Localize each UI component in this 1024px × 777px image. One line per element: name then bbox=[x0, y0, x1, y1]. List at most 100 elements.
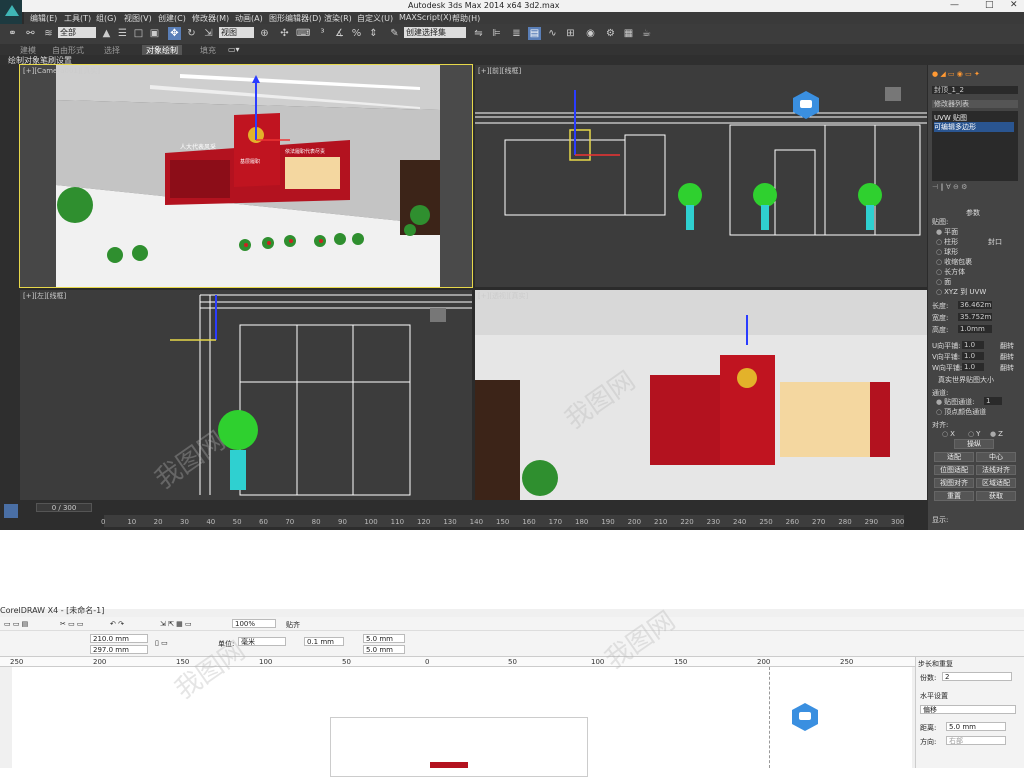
material-editor-icon[interactable]: ◉ bbox=[584, 27, 597, 40]
menu-animation[interactable]: 动画(A) bbox=[235, 13, 263, 24]
schematic-view-icon[interactable]: ⊞ bbox=[564, 27, 577, 40]
portrait-icon[interactable]: ▯ ▭ bbox=[155, 639, 168, 647]
graphite-toggle-icon[interactable]: ▤ bbox=[528, 27, 541, 40]
import-icon[interactable]: ⇲ ⇱ ▦ ▭ bbox=[160, 620, 192, 628]
time-slider[interactable]: 0 / 300 bbox=[36, 503, 92, 512]
object-name-field[interactable]: 封顶_1_2 bbox=[932, 86, 1018, 94]
map-xyz-uvw-radio[interactable]: XYZ 到 UVW bbox=[936, 287, 986, 297]
distance-field[interactable]: 5.0 mm bbox=[946, 722, 1006, 731]
map-spherical-radio[interactable]: 球形 bbox=[936, 247, 958, 257]
horizontal-ruler[interactable]: 250 200 150 100 50 0 50 100 150 200 250 bbox=[0, 657, 915, 667]
viewport-left[interactable]: [+][左][线框] bbox=[20, 290, 472, 500]
acquire-button[interactable]: 获取 bbox=[976, 491, 1016, 501]
rect-selection-icon[interactable]: □ bbox=[132, 27, 145, 40]
viewport-label[interactable]: [+][左][线框] bbox=[23, 291, 66, 301]
vertex-color-radio[interactable]: 顶点颜色通道 bbox=[936, 407, 986, 417]
bind-space-warp-icon[interactable]: ≋ bbox=[42, 27, 55, 40]
nudge-field[interactable]: 0.1 mm bbox=[304, 637, 344, 646]
app-logo-icon[interactable] bbox=[0, 0, 22, 24]
menu-rendering[interactable]: 渲染(R) bbox=[324, 13, 352, 24]
new-doc-icon[interactable]: ▭ ▭ ▤ bbox=[4, 620, 28, 628]
duplicate-y-field[interactable]: 5.0 mm bbox=[363, 645, 405, 654]
u-tile-field[interactable]: 1.0 bbox=[962, 341, 984, 349]
map-box-radio[interactable]: 长方体 bbox=[936, 267, 965, 277]
unlink-icon[interactable]: ⚯ bbox=[24, 27, 37, 40]
reset-button[interactable]: 重置 bbox=[934, 491, 974, 501]
pivot-icon[interactable]: ⊕ bbox=[258, 27, 271, 40]
menu-edit[interactable]: 编辑(E) bbox=[30, 13, 57, 24]
snaps-toggle-icon[interactable]: ³ bbox=[316, 27, 329, 40]
height-field[interactable]: 1.0mm bbox=[958, 325, 992, 333]
viewport-camera[interactable]: [+][Camera001][真实] 人大代表风采 基层履职 依法履职代表尽责 bbox=[19, 64, 473, 288]
params-rollout[interactable]: 参数 bbox=[966, 208, 980, 218]
viewport-label[interactable]: [+][透视][真实] bbox=[478, 291, 528, 301]
w-flip-checkbox[interactable]: 翻转 bbox=[1000, 363, 1014, 373]
close-button[interactable]: ✕ bbox=[1010, 0, 1018, 10]
map-shrinkwrap-radio[interactable]: 收缩包裹 bbox=[936, 257, 972, 267]
bitmap-fit-button[interactable]: 位图适配 bbox=[934, 465, 974, 475]
layer-manager-icon[interactable]: ≣ bbox=[510, 27, 523, 40]
manipulate-icon[interactable]: ✣ bbox=[278, 27, 291, 40]
map-cylindrical-radio[interactable]: 柱形 bbox=[936, 237, 958, 247]
map-channel-radio[interactable]: 贴图通道: bbox=[936, 397, 974, 407]
selection-filter-dropdown[interactable]: 全部 bbox=[58, 27, 96, 38]
length-field[interactable]: 36.462m bbox=[958, 301, 992, 309]
w-tile-field[interactable]: 1.0 bbox=[962, 363, 984, 371]
cut-icon[interactable]: ✂ ▭ ▭ bbox=[60, 620, 84, 628]
snap-to-dropdown[interactable]: 贴齐 bbox=[286, 620, 300, 630]
min-max-toggle-icon[interactable] bbox=[4, 504, 18, 518]
menu-tools[interactable]: 工具(T) bbox=[64, 13, 91, 24]
axis-x-radio[interactable]: X bbox=[942, 430, 955, 438]
center-button[interactable]: 中心 bbox=[976, 452, 1016, 462]
stack-item-editable-poly[interactable]: 可编辑多边形 bbox=[934, 122, 1014, 132]
render-setup-icon[interactable]: ⚙ bbox=[604, 27, 617, 40]
percent-snap-icon[interactable]: % bbox=[350, 27, 363, 40]
map-planar-radio[interactable]: 平面 bbox=[936, 227, 958, 237]
select-scale-icon[interactable]: ⇲ bbox=[202, 27, 215, 40]
ribbon-options-icon[interactable]: ▭▾ bbox=[228, 45, 240, 54]
map-channel-field[interactable]: 1 bbox=[984, 397, 1002, 405]
menu-create[interactable]: 创建(C) bbox=[158, 13, 186, 24]
real-world-checkbox[interactable]: 真实世界贴图大小 bbox=[938, 375, 994, 385]
viewport-perspective[interactable]: [+][透视][真实] bbox=[475, 290, 927, 500]
link-icon[interactable]: ⚭ bbox=[6, 27, 19, 40]
stack-controls-icon[interactable]: ⊣ ‖ ∀ ⊖ ⚙ bbox=[932, 183, 967, 191]
direction-dropdown[interactable]: 右部 bbox=[946, 736, 1006, 745]
axis-y-radio[interactable]: Y bbox=[968, 430, 980, 438]
width-field[interactable]: 35.752m bbox=[958, 313, 992, 321]
select-move-icon[interactable]: ✥ bbox=[168, 27, 181, 40]
region-fit-button[interactable]: 区域适配 bbox=[976, 478, 1016, 488]
view-align-button[interactable]: 视图对齐 bbox=[934, 478, 974, 488]
keyboard-shortcut-icon[interactable]: ⌨ bbox=[296, 27, 310, 40]
window-crossing-icon[interactable]: ▣ bbox=[148, 27, 161, 40]
menu-graph-editors[interactable]: 图形编辑器(D) bbox=[269, 13, 321, 24]
select-by-name-icon[interactable]: ☰ bbox=[116, 27, 129, 40]
h-mode-dropdown[interactable]: 偏移 bbox=[920, 705, 1016, 714]
map-face-radio[interactable]: 面 bbox=[936, 277, 951, 287]
axis-z-radio[interactable]: Z bbox=[990, 430, 1003, 438]
u-flip-checkbox[interactable]: 翻转 bbox=[1000, 341, 1014, 351]
viewport-label[interactable]: [+][前][线框] bbox=[478, 66, 521, 76]
edit-named-sel-icon[interactable]: ✎ bbox=[388, 27, 401, 40]
v-tile-field[interactable]: 1.0 bbox=[962, 352, 984, 360]
undo-icon[interactable]: ↶ ↷ bbox=[110, 620, 124, 628]
menu-group[interactable]: 组(G) bbox=[96, 13, 116, 24]
viewcube-icon[interactable] bbox=[885, 87, 901, 101]
drawing-canvas[interactable] bbox=[12, 667, 912, 777]
curve-editor-icon[interactable]: ∿ bbox=[546, 27, 559, 40]
menu-views[interactable]: 视图(V) bbox=[124, 13, 152, 24]
viewcube-icon[interactable] bbox=[430, 308, 446, 322]
create-tab-icon[interactable]: ● ◢ ▭ ◉ ▭ ✦ bbox=[932, 70, 980, 78]
select-rotate-icon[interactable]: ↻ bbox=[185, 27, 198, 40]
track-bar[interactable]: 0 10 20 30 40 50 60 70 80 90 100 110 120 130 140 150 160… bbox=[101, 515, 904, 527]
modifier-list-dropdown[interactable]: 修改器列表 bbox=[932, 100, 1018, 108]
menu-maxscript[interactable]: MAXScript(X) bbox=[399, 13, 452, 22]
select-object-icon[interactable]: ▲ bbox=[100, 27, 113, 40]
align-icon[interactable]: ⊫ bbox=[490, 27, 503, 40]
spinner-snap-icon[interactable]: ⇕ bbox=[367, 27, 380, 40]
h-settings-header[interactable]: 水平设置 bbox=[920, 691, 948, 701]
angle-snap-icon[interactable]: ∡ bbox=[333, 27, 346, 40]
menu-help[interactable]: 帮助(H) bbox=[452, 13, 480, 24]
units-dropdown[interactable]: 毫米 bbox=[238, 637, 286, 646]
named-selection-dropdown[interactable]: 创建选择集 bbox=[404, 27, 466, 38]
